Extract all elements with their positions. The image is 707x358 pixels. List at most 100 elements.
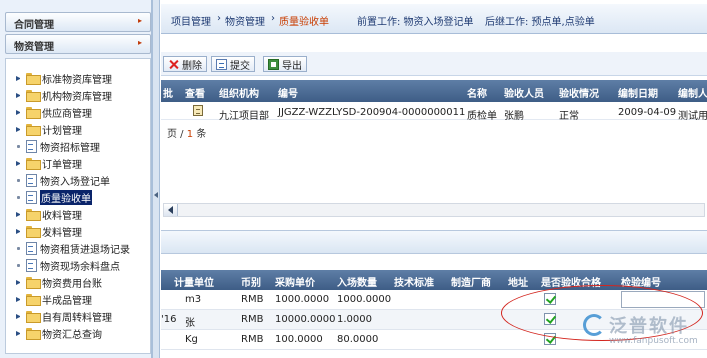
table-row[interactable]: m3 RMB 1000.0000 1000.0000 xyxy=(161,290,707,310)
tree-item[interactable]: 物资现场余料盘点 xyxy=(16,257,120,273)
tree-item[interactable]: 自有周转料管理 xyxy=(16,308,112,324)
export-button[interactable]: 导出 xyxy=(263,56,307,72)
tree-item[interactable]: 物资入场登记单 xyxy=(16,172,110,188)
tree-item-label: 订单管理 xyxy=(42,159,82,171)
column-header[interactable]: 制造厂商 xyxy=(451,274,491,289)
bullet-icon xyxy=(17,144,20,148)
horizontal-scrollbar[interactable] xyxy=(163,203,705,217)
expand-arrow-icon[interactable] xyxy=(16,330,21,336)
expand-arrow-icon[interactable] xyxy=(16,296,21,302)
expand-arrow-icon[interactable] xyxy=(16,279,21,285)
column-header[interactable]: 验收情况 xyxy=(559,85,599,100)
cell-price: 1000.0000 xyxy=(275,294,330,305)
column-header[interactable]: 计量单位 xyxy=(174,274,214,289)
scroll-left-arrow-icon[interactable] xyxy=(164,204,178,216)
column-header[interactable]: 批 xyxy=(163,85,173,100)
bullet-icon xyxy=(17,246,20,250)
column-header[interactable]: 编制日期 xyxy=(618,85,658,100)
accordion-material-management[interactable]: 物资管理 ▸ xyxy=(5,34,151,54)
view-record-icon[interactable] xyxy=(193,105,203,119)
pager-page-count[interactable]: 1 xyxy=(187,129,193,140)
export-icon xyxy=(268,58,279,70)
tree-item[interactable]: 供应商管理 xyxy=(16,104,92,120)
accordion-label: 物资管理 xyxy=(14,42,54,53)
panel-splitter[interactable] xyxy=(152,0,160,358)
inspection-list-header: 批 查看 组织机构 编号 名称 验收人员 验收情况 编制日期 编制人 xyxy=(161,80,707,102)
submit-button[interactable]: 提交 xyxy=(211,56,255,72)
column-header[interactable]: 组织机构 xyxy=(219,85,259,100)
accepted-checkbox[interactable] xyxy=(544,293,556,305)
tree-item[interactable]: 订单管理 xyxy=(16,155,82,171)
tree-item[interactable]: 计划管理 xyxy=(16,121,82,137)
column-header[interactable]: 采购单价 xyxy=(275,274,315,289)
tree-item[interactable]: 物资招标管理 xyxy=(16,138,100,154)
column-header[interactable]: 查看 xyxy=(185,85,205,100)
pager: 页 / 1 条 xyxy=(167,125,206,140)
tree-item-label: 物资租赁进退场记录 xyxy=(40,244,130,256)
accepted-checkbox[interactable] xyxy=(544,333,556,345)
column-header[interactable]: 币别 xyxy=(241,274,261,289)
tree-item-label: 自有周转料管理 xyxy=(42,312,112,324)
tree-item[interactable]: 物资租赁进退场记录 xyxy=(16,240,130,256)
export-label: 导出 xyxy=(282,60,302,72)
tree-item[interactable]: 标准物资库管理 xyxy=(16,70,112,86)
cell-quantity: 1.0000 xyxy=(337,314,372,325)
collapse-arrow-icon[interactable] xyxy=(154,192,158,198)
next-work-link[interactable]: 后继工作: 预点单,点验单 xyxy=(485,13,595,28)
accordion-label: 合同管理 xyxy=(14,20,54,31)
tree-item[interactable]: 质量验收单 xyxy=(16,189,92,205)
expand-arrow-icon[interactable] xyxy=(16,313,21,319)
folder-icon xyxy=(26,107,41,119)
column-header[interactable]: 编制人 xyxy=(678,85,707,100)
folder-icon xyxy=(26,226,41,238)
expand-arrow-icon[interactable] xyxy=(16,211,21,217)
fanpu-logo-icon xyxy=(583,314,605,336)
submit-label: 提交 xyxy=(230,60,250,72)
bullet-icon xyxy=(17,178,20,182)
column-header[interactable]: 编号 xyxy=(278,85,298,100)
column-header[interactable]: 技术标准 xyxy=(394,274,434,289)
breadcrumb-item-project[interactable]: 项目管理 xyxy=(171,13,211,28)
tree-item[interactable]: 物资汇总查询 xyxy=(16,325,102,341)
tree-item-label: 质量验收单 xyxy=(40,189,92,205)
detail-panel-bar xyxy=(161,230,707,254)
document-icon xyxy=(25,259,37,272)
expand-arrow-icon[interactable] xyxy=(16,228,21,234)
tree-item-label: 物资汇总查询 xyxy=(42,329,102,341)
folder-icon xyxy=(26,294,41,306)
column-header[interactable]: 是否验收合格 xyxy=(541,274,601,289)
cell-date: 2009-04-09 xyxy=(618,107,677,118)
tree-item[interactable]: 半成品管理 xyxy=(16,291,92,307)
expand-arrow-icon[interactable] xyxy=(16,92,21,98)
expand-arrow-icon[interactable] xyxy=(16,160,21,166)
chevron-right-icon: ▸ xyxy=(137,16,142,25)
delete-button[interactable]: 删除 xyxy=(163,56,207,72)
main-content: 项目管理 › 物资管理 › 质量验收单 前置工作: 物资入场登记单 后继工作: … xyxy=(161,0,707,358)
tree-item[interactable]: 机构物资库管理 xyxy=(16,87,112,103)
pager-prefix: 页 / xyxy=(167,129,184,140)
breadcrumb-separator: › xyxy=(217,13,221,24)
tree-item[interactable]: 发料管理 xyxy=(16,223,82,239)
column-header[interactable]: 验收人员 xyxy=(504,85,544,100)
prev-work-link[interactable]: 前置工作: 物资入场登记单 xyxy=(357,13,474,28)
expand-arrow-icon[interactable] xyxy=(16,75,21,81)
breadcrumb-item-material[interactable]: 物资管理 xyxy=(225,13,265,28)
accordion-contract-management[interactable]: 合同管理 ▸ xyxy=(5,12,151,32)
column-header[interactable]: 检验编号 xyxy=(621,274,661,289)
column-header[interactable]: 地址 xyxy=(508,274,528,289)
cell-unit: m3 xyxy=(185,294,202,305)
accepted-checkbox[interactable] xyxy=(544,313,556,325)
table-row[interactable]: 九江项目部 JJGZZ-WZZLYSD-200904-0000000011 质检… xyxy=(161,102,707,122)
column-header[interactable]: 名称 xyxy=(467,85,487,100)
breadcrumb-separator: › xyxy=(271,13,275,24)
tree-item-label: 收料管理 xyxy=(42,210,82,222)
cell-currency: RMB xyxy=(241,294,264,305)
cell-inspector: 张鹏 xyxy=(504,111,524,122)
expand-arrow-icon[interactable] xyxy=(16,126,21,132)
expand-arrow-icon[interactable] xyxy=(16,109,21,115)
inspection-number-input[interactable] xyxy=(621,291,705,308)
tree-item-label: 计划管理 xyxy=(42,125,82,137)
tree-item[interactable]: 物资费用台账 xyxy=(16,274,102,290)
tree-item[interactable]: 收料管理 xyxy=(16,206,82,222)
column-header[interactable]: 入场数量 xyxy=(337,274,377,289)
